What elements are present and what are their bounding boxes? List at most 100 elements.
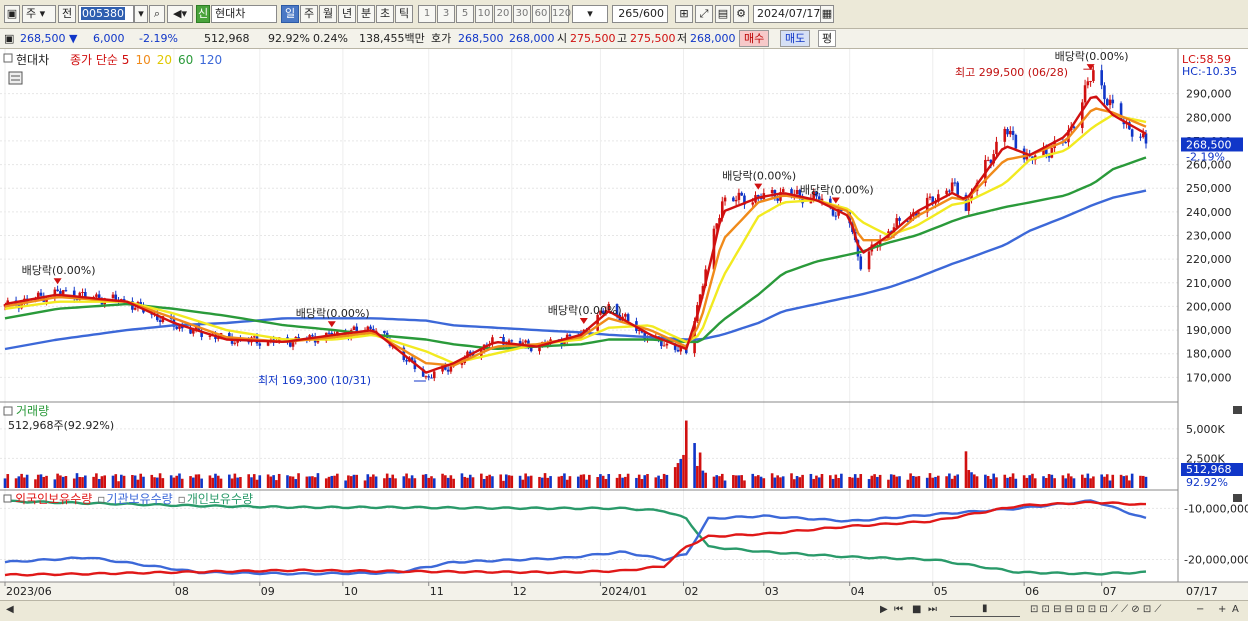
period-day[interactable]: 일 — [281, 5, 299, 23]
volume-pane-toggle-icon[interactable] — [3, 406, 13, 416]
ma-legend-item: 20 — [157, 53, 172, 67]
volume-bar — [684, 420, 688, 488]
dividend-label: 배당락(0.00%) — [296, 307, 370, 320]
candle-body — [1100, 70, 1103, 86]
draw-tool-icon[interactable]: ⤢ — [695, 5, 713, 23]
font-size-icon[interactable]: A — [1232, 604, 1239, 615]
candle-body — [1111, 99, 1115, 104]
zoom-in-icon[interactable]: + — [1218, 604, 1226, 615]
volume-bar — [275, 480, 278, 488]
interval-3[interactable]: 3 — [437, 5, 455, 23]
candle-body — [737, 192, 741, 200]
interval-select[interactable]: ▾ — [572, 5, 608, 23]
scroll-right-icon[interactable]: ▶ — [880, 604, 888, 615]
stock-name-field[interactable]: 현대차 — [211, 5, 277, 23]
interval-10[interactable]: 10 — [475, 5, 493, 23]
candle-body — [945, 190, 948, 195]
code-link-icon[interactable]: ▣ — [4, 32, 14, 46]
code-dropdown-icon[interactable]: ▾ — [134, 5, 148, 23]
scroll-left-icon[interactable]: ◀ — [6, 604, 14, 615]
volume-bar — [538, 476, 541, 488]
sell-button[interactable]: 매도 — [780, 30, 811, 47]
candle-body — [1108, 99, 1112, 106]
volume-bar — [828, 475, 832, 488]
ma-legend-item: 60 — [178, 53, 193, 67]
period-year[interactable]: 년 — [338, 5, 356, 23]
period-minute[interactable]: 분 — [357, 5, 375, 23]
candle-body — [133, 307, 137, 310]
indicator-settings-icon[interactable] — [8, 71, 23, 85]
volume-bar — [23, 477, 26, 488]
stop-icon[interactable]: ■ — [912, 604, 921, 615]
candle-body — [740, 192, 743, 196]
layout-icon[interactable]: ▣ — [4, 5, 20, 23]
volume-bar — [499, 474, 503, 488]
crosshair-icon[interactable]: ⊞ — [675, 5, 693, 23]
stock-chart[interactable]: 배당락(0.00%) 배당락(0.00%) 배당락(0.00%) 배당락(0.00%)… — [0, 49, 1248, 600]
interval-20[interactable]: 20 — [494, 5, 512, 23]
x-tick-label: 12 — [513, 585, 527, 598]
volume-bar — [228, 474, 231, 488]
pane-toggle-icon[interactable] — [3, 53, 13, 63]
volume-bar — [45, 475, 48, 488]
gear-icon[interactable]: ⚙ — [733, 5, 749, 23]
volume-bar — [488, 474, 491, 488]
holdings-pane-toggle-icon[interactable] — [3, 494, 12, 503]
zoom-slider-thumb[interactable]: ▮ — [982, 603, 988, 614]
hc-label: HC:-10.35 — [1182, 65, 1237, 78]
volume-pane-close-icon[interactable] — [1233, 406, 1242, 414]
save-icon[interactable]: ▤ — [715, 5, 731, 23]
volume-bar — [64, 476, 68, 488]
interval-60[interactable]: 60 — [532, 5, 550, 23]
market-select[interactable]: 주 ▾ — [22, 5, 56, 23]
candle-body — [770, 190, 774, 194]
volume-bar — [1025, 477, 1029, 488]
search-icon[interactable]: ⌕ — [149, 5, 165, 23]
volume-bar — [662, 473, 666, 488]
calendar-icon[interactable]: ▦ — [820, 5, 834, 23]
volume-bar — [430, 476, 433, 488]
volume-bar — [696, 465, 699, 488]
volume-bar — [388, 477, 392, 488]
holdings-pane-close-icon[interactable] — [1233, 494, 1242, 502]
volume-bar — [1011, 473, 1015, 488]
volume-bar — [421, 474, 425, 488]
speaker-icon[interactable]: ◀▾ — [167, 5, 193, 23]
volume-bar — [975, 476, 979, 488]
volume-bar — [352, 474, 356, 488]
volume-bar — [759, 476, 763, 488]
period-month[interactable]: 월 — [319, 5, 337, 23]
candle-body — [1064, 142, 1067, 144]
volume-bar — [698, 452, 702, 488]
candle-body — [1006, 128, 1009, 135]
eval-button[interactable]: 평 — [818, 30, 837, 47]
interval-5[interactable]: 5 — [456, 5, 474, 23]
prev-button[interactable]: 전 — [58, 5, 76, 23]
data-count-field[interactable]: 265/600 — [612, 5, 668, 23]
interval-120[interactable]: 120 — [551, 5, 571, 23]
volume-bar — [311, 476, 314, 488]
period-second[interactable]: 초 — [376, 5, 394, 23]
first-page-icon[interactable]: ⏮ — [894, 604, 903, 615]
ma-legend: 종가 단순 5 10 20 60 120 — [70, 53, 222, 67]
candle-body — [446, 369, 450, 372]
zoom-out-icon[interactable]: − — [1196, 604, 1204, 615]
volume-bar — [1092, 476, 1095, 488]
view-tools-icon[interactable]: ⊡ ⊡ ⊟ ⊟ ⊡ ⊡ ⊡ ⟋ ⟋ ⊘ ⊡ ⟋ — [1030, 604, 1161, 615]
stock-code-input[interactable]: 005380 — [78, 5, 134, 23]
volume-bar — [673, 467, 677, 488]
buy-button[interactable]: 매수 — [739, 30, 770, 47]
volume-bar — [460, 473, 464, 488]
volume-bar — [1006, 477, 1009, 488]
volume-bar — [1050, 474, 1054, 488]
period-week[interactable]: 주 — [300, 5, 318, 23]
candle-body — [430, 377, 433, 379]
period-tick[interactable]: 틱 — [395, 5, 413, 23]
last-page-icon[interactable]: ⏭ — [928, 604, 937, 615]
candle-body — [369, 326, 372, 329]
interval-30[interactable]: 30 — [513, 5, 531, 23]
volume-bar — [576, 476, 580, 488]
candle-body — [732, 197, 735, 202]
interval-1[interactable]: 1 — [418, 5, 436, 23]
volume-bar — [560, 475, 563, 488]
